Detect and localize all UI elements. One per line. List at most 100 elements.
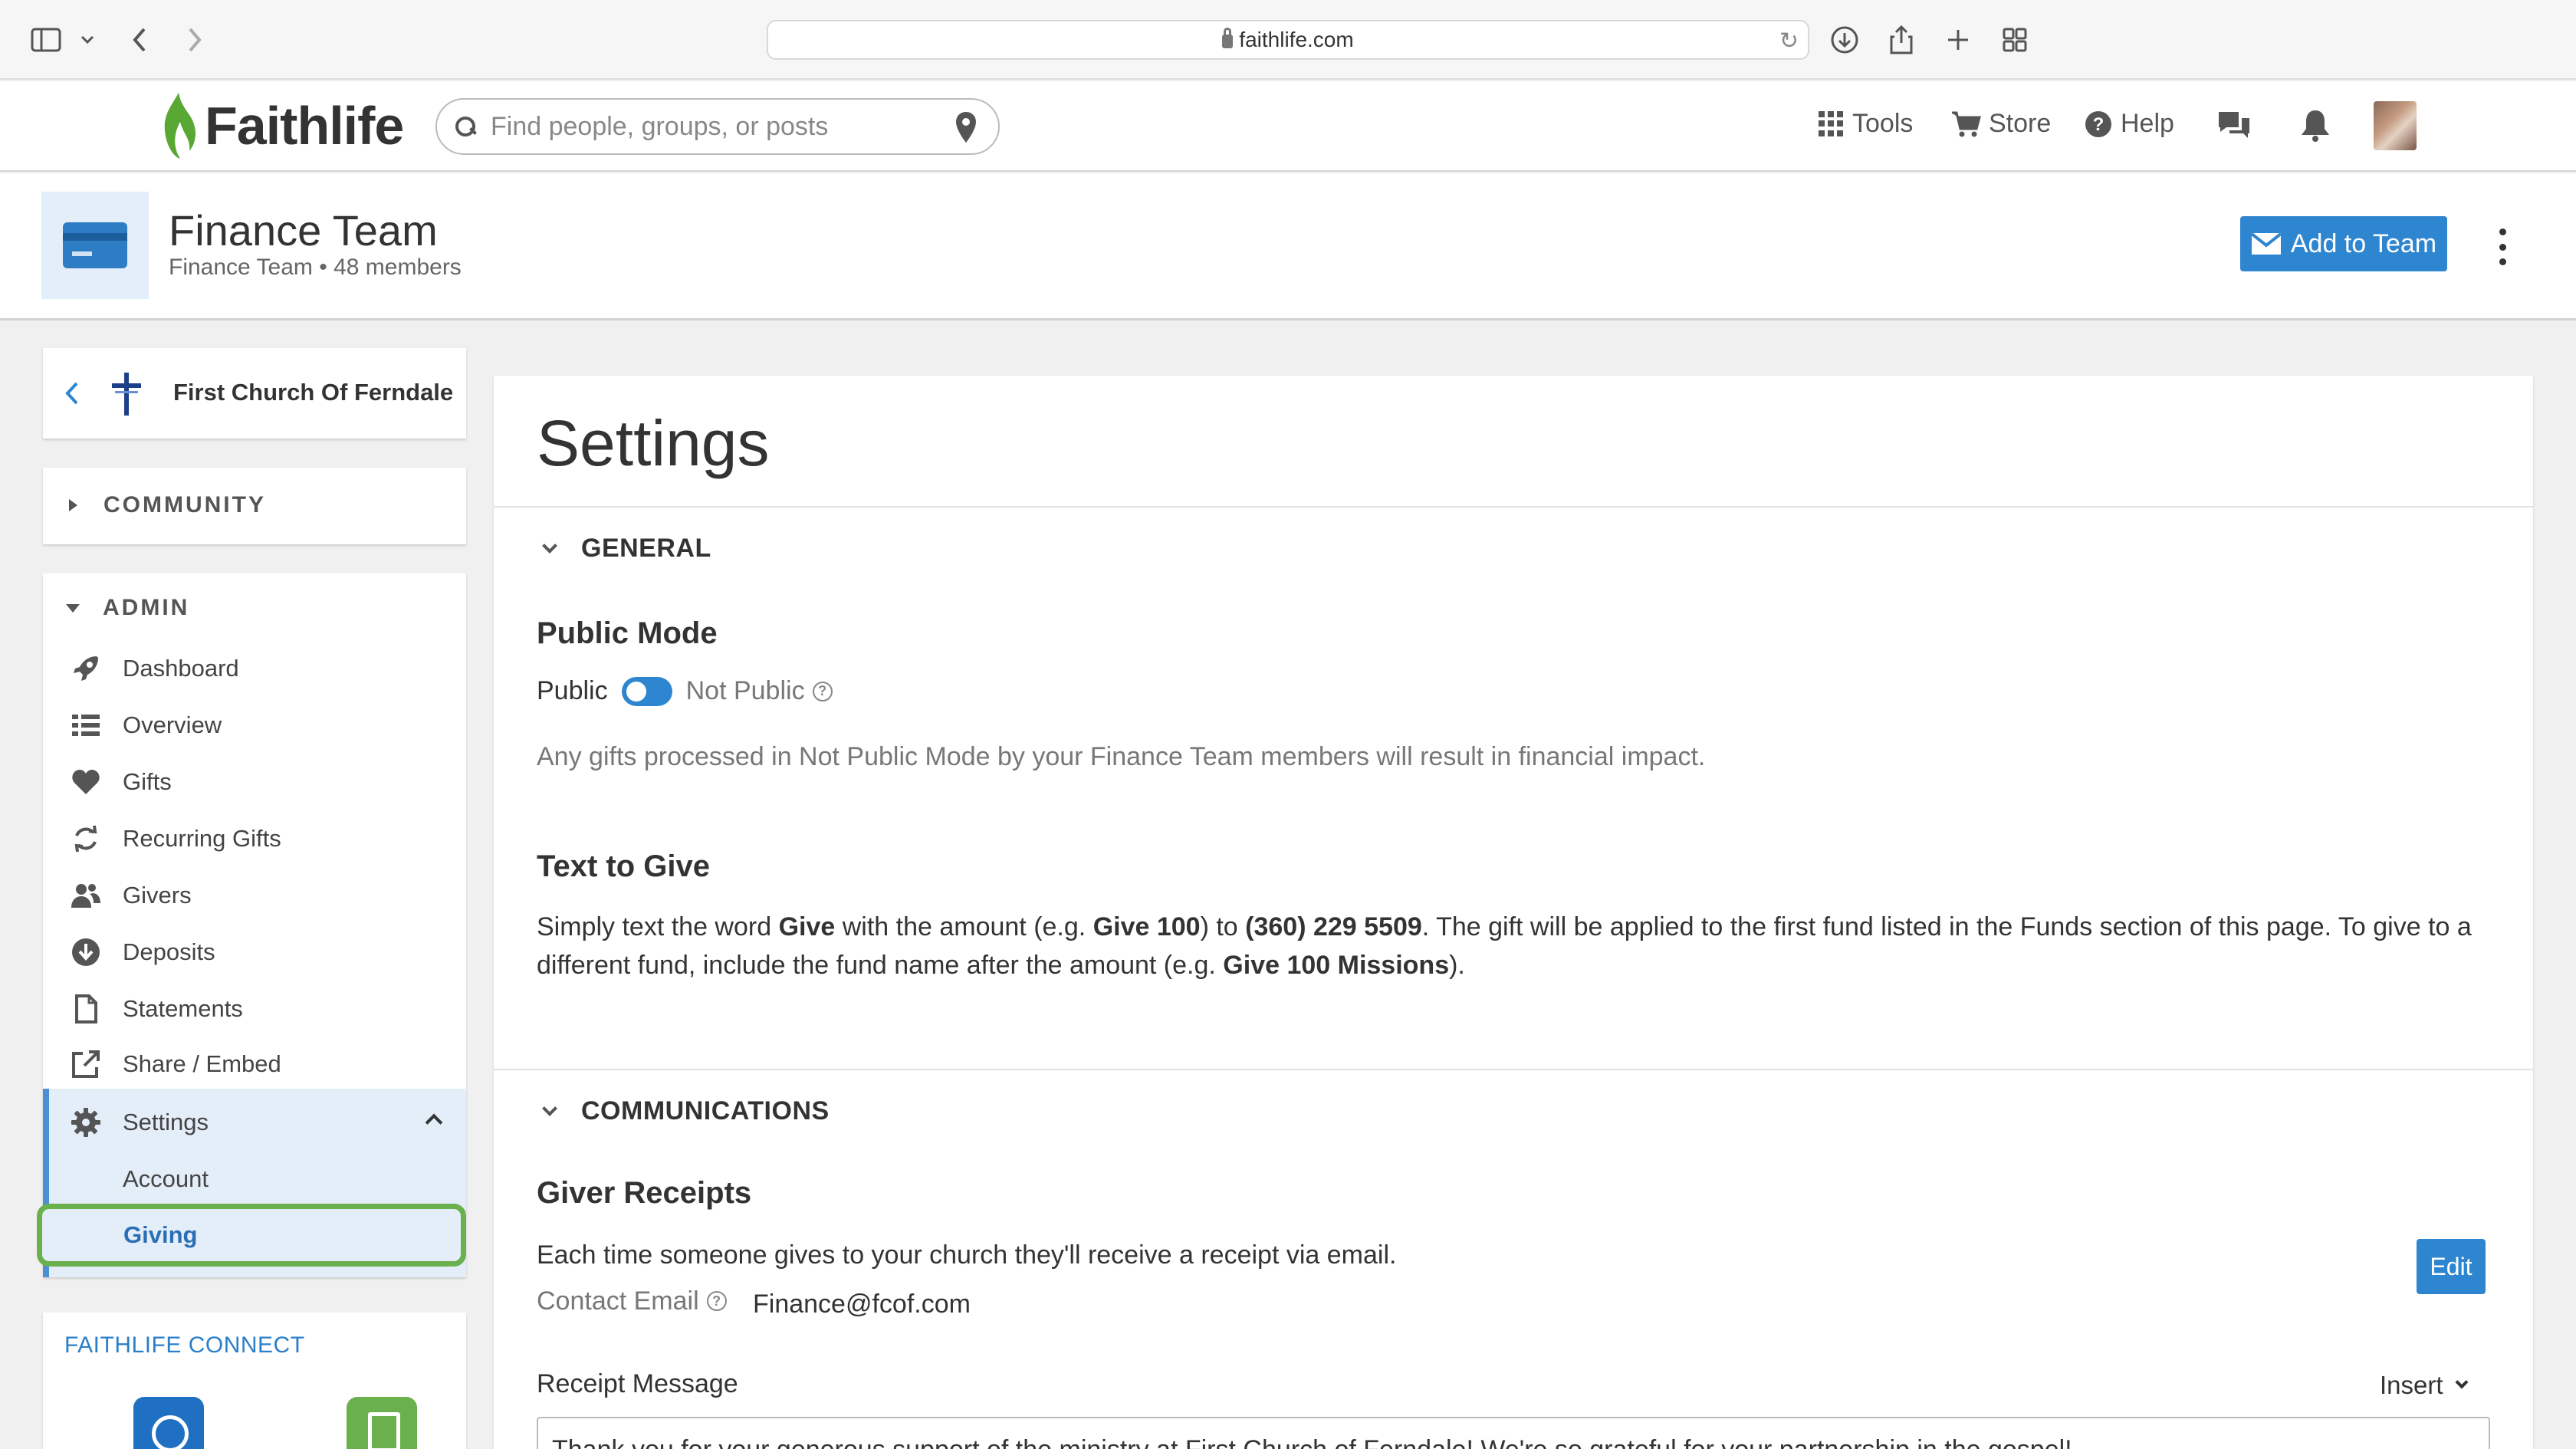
search-bar[interactable]: [435, 98, 1000, 155]
help-icon[interactable]: ?: [812, 681, 833, 702]
location-pin-icon[interactable]: [954, 110, 978, 144]
sidebar-item-deposits[interactable]: Deposits: [43, 925, 466, 980]
divider: [494, 1069, 2533, 1070]
giving-app-icon[interactable]: [133, 1397, 204, 1449]
communications-label: COMMUNICATIONS: [581, 1096, 830, 1125]
sidebar-item-gifts[interactable]: Gifts: [43, 754, 466, 810]
store-link[interactable]: Store: [1950, 109, 2051, 139]
reload-icon[interactable]: ↻: [1779, 28, 1799, 54]
recurring-icon: [71, 823, 101, 854]
share-browser-icon[interactable]: [1884, 23, 1918, 57]
church-card[interactable]: First Church Of Ferndale: [43, 348, 466, 439]
ttg-bold: Give: [778, 912, 836, 941]
team-avatar: [41, 192, 149, 299]
credit-card-icon: [63, 222, 127, 268]
help-icon: ?: [2085, 110, 2111, 137]
tools-link[interactable]: Tools: [1819, 109, 1913, 139]
connect-title[interactable]: FAITHLIFE CONNECT: [64, 1332, 305, 1359]
sidebar-item-statements[interactable]: Statements: [43, 981, 466, 1037]
public-mode-heading: Public Mode: [537, 616, 718, 650]
ttg-bold: Give 100: [1092, 912, 1201, 941]
add-to-team-label: Add to Team: [2290, 228, 2437, 258]
public-mode-toggle-row: Public Not Public ?: [537, 676, 833, 706]
sidebar-item-settings[interactable]: Settings: [43, 1095, 466, 1150]
download-circle-icon: [71, 937, 101, 968]
receipt-message-textarea[interactable]: Thank you for your generous support of t…: [537, 1417, 2490, 1449]
proclaim-app-icon[interactable]: [347, 1397, 417, 1449]
contact-email-row: Contact Email ?: [537, 1282, 727, 1320]
church-name: First Church Of Ferndale: [173, 379, 454, 406]
sidebar-item-recurring-gifts[interactable]: Recurring Gifts: [43, 811, 466, 866]
tab-overview-icon[interactable]: [1998, 23, 2032, 57]
search-icon: [454, 115, 477, 138]
help-icon[interactable]: ?: [706, 1291, 727, 1311]
list-icon: [71, 710, 101, 741]
chevron-down-icon[interactable]: [71, 23, 104, 57]
back-chevron-icon[interactable]: [61, 380, 84, 406]
svg-text:?: ?: [2093, 114, 2104, 135]
download-icon[interactable]: [1828, 23, 1861, 57]
browser-toolbar: faithlife.com ↻: [0, 0, 2576, 80]
ttg-text: Simply text the word: [537, 912, 779, 941]
add-to-team-button[interactable]: Add to Team: [2240, 216, 2447, 271]
forward-icon[interactable]: [178, 23, 212, 57]
community-section[interactable]: COMMUNITY: [43, 468, 466, 544]
apps-grid-icon: [1819, 110, 1845, 137]
new-tab-icon[interactable]: [1941, 23, 1975, 57]
more-options-icon[interactable]: [2496, 228, 2509, 265]
team-title[interactable]: Finance Team: [169, 205, 438, 255]
text-to-give-heading: Text to Give: [537, 849, 710, 883]
sidebar-subitem-giving[interactable]: Giving: [37, 1204, 466, 1267]
insert-dropdown[interactable]: Insert: [2380, 1371, 2469, 1400]
page-title: Settings: [537, 407, 770, 479]
ttg-text: . The gift will be applied to the first …: [1421, 912, 2472, 941]
faithlife-logo[interactable]: Faithlife: [157, 89, 404, 163]
general-section-toggle[interactable]: GENERAL: [542, 534, 711, 564]
general-label: GENERAL: [581, 534, 711, 563]
chevron-up-icon[interactable]: [425, 1113, 443, 1132]
sidebar-subitem-account[interactable]: Account: [123, 1165, 209, 1193]
sidebar-item-share-embed[interactable]: Share / Embed: [43, 1037, 466, 1092]
sidebar-toggle-icon[interactable]: [29, 23, 63, 57]
back-icon[interactable]: [123, 23, 156, 57]
sidebar-item-givers[interactable]: Givers: [43, 868, 466, 923]
people-icon: [71, 880, 101, 911]
user-avatar[interactable]: [2374, 101, 2417, 150]
share-icon: [71, 1049, 101, 1079]
chevron-down-icon: [542, 1100, 557, 1116]
public-mode-toggle[interactable]: [621, 676, 672, 706]
document-icon: [71, 994, 101, 1024]
team-type: Finance Team: [169, 255, 313, 280]
cart-icon: [1952, 111, 1981, 136]
contact-email-value: Finance@fcof.com: [753, 1290, 971, 1319]
sidebar-item-dashboard[interactable]: Dashboard: [43, 641, 466, 696]
messages-icon[interactable]: [2216, 107, 2252, 144]
sidebar-item-overview[interactable]: Overview: [43, 698, 466, 753]
tools-label: Tools: [1852, 109, 1914, 138]
help-label: Help: [2121, 109, 2174, 138]
member-count[interactable]: 48 members: [334, 255, 462, 280]
receipt-message-label: Receipt Message: [537, 1369, 738, 1398]
sidebar-item-label: Settings: [123, 1109, 209, 1135]
address-bar[interactable]: faithlife.com ↻: [767, 20, 1809, 60]
ttg-phone-number: (360) 229 5509: [1245, 912, 1422, 941]
sidebar-item-label: Gifts: [123, 768, 172, 795]
sidebar-item-label: Share / Embed: [123, 1050, 281, 1077]
communications-section-toggle[interactable]: COMMUNICATIONS: [542, 1096, 830, 1126]
sidebar-item-label: Statements: [123, 995, 243, 1022]
team-header: Finance Team Finance Team • 48 members A…: [0, 173, 2576, 320]
lock-icon: [1222, 28, 1234, 48]
help-link[interactable]: ? Help: [2084, 109, 2174, 139]
edit-button[interactable]: Edit: [2417, 1239, 2486, 1294]
community-label: COMMUNITY: [104, 492, 266, 518]
text-to-give-description: Simply text the word Give with the amoun…: [537, 908, 2499, 984]
admin-header[interactable]: ADMIN: [66, 595, 189, 621]
community-header[interactable]: COMMUNITY: [69, 492, 266, 518]
search-input[interactable]: [491, 111, 920, 142]
caret-down-icon: [66, 603, 80, 613]
notifications-bell-icon[interactable]: [2297, 107, 2334, 144]
gear-icon: [71, 1107, 101, 1138]
logo-text: Faithlife: [205, 96, 404, 156]
caret-right-icon: [69, 499, 77, 511]
sidebar-item-label: Deposits: [123, 938, 215, 965]
